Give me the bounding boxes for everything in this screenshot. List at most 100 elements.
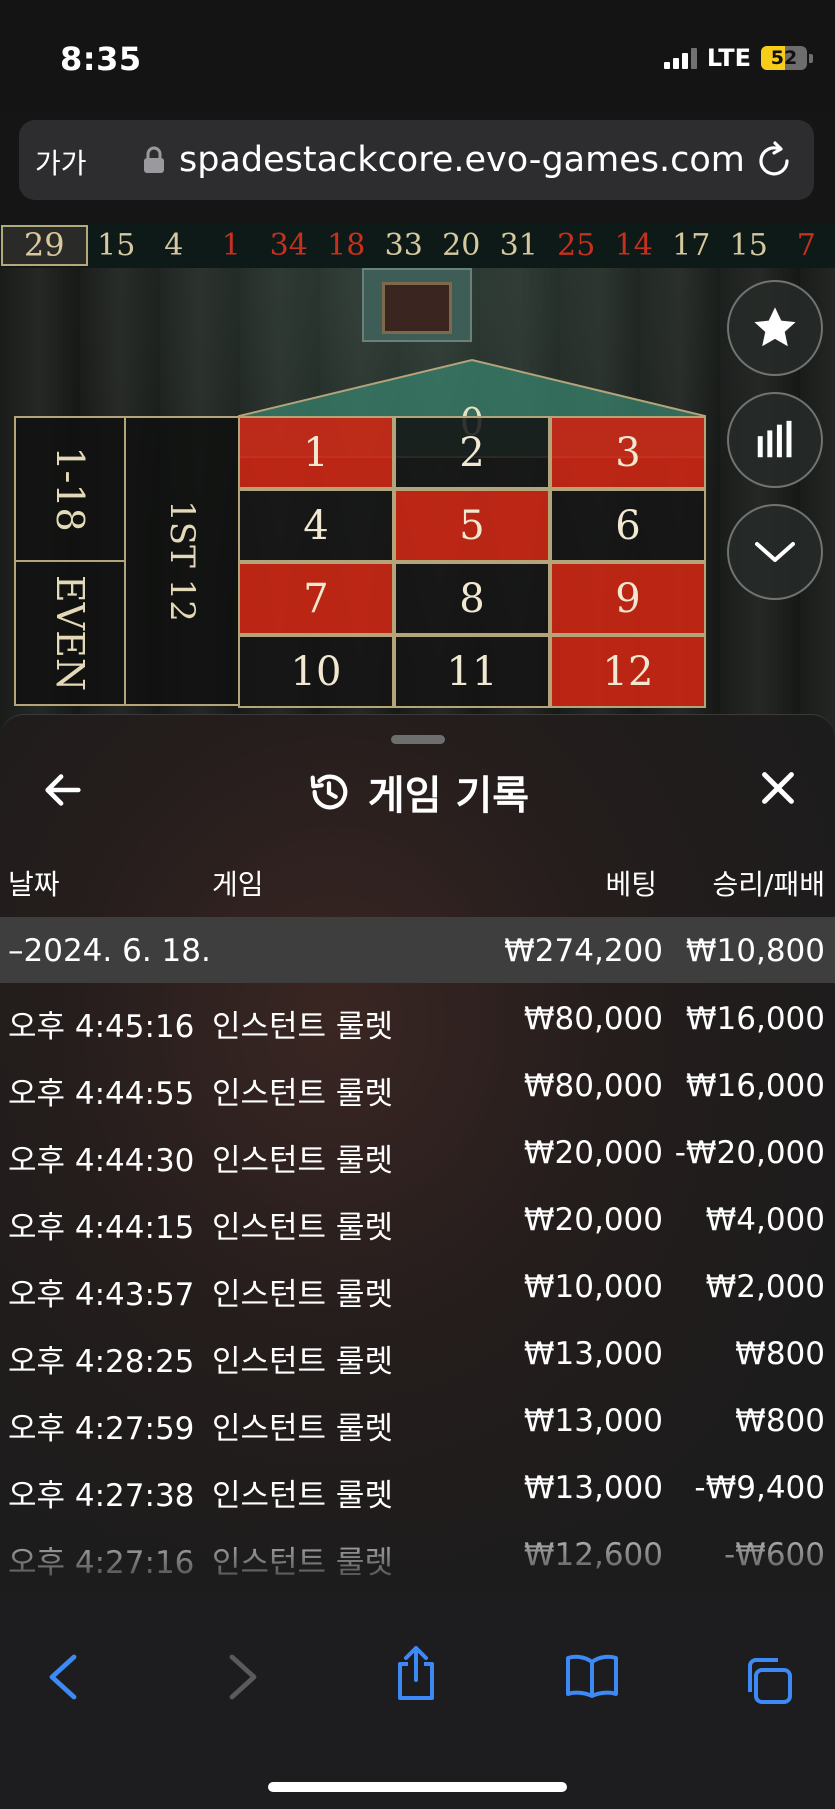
history-list: 오후 4:45:16 인스턴트 룰렛 ₩80,000 ₩16,000 오후 4:44:5… — [0, 983, 835, 1586]
row-time: 오후 4:43:57 — [8, 1277, 195, 1313]
number-bet-3[interactable]: 3 — [550, 416, 706, 489]
bet-even-label: EVEN — [48, 574, 92, 692]
row-time: 오후 4:44:15 — [8, 1210, 195, 1246]
row-bet: ₩13,000 — [523, 1470, 663, 1506]
recent-result: 25 — [557, 228, 596, 263]
cellular-signal-icon — [663, 47, 697, 69]
row-bet: ₩80,000 — [523, 1001, 663, 1037]
battery-icon: 52 — [761, 46, 807, 70]
row-time: 오후 4:44:30 — [8, 1143, 195, 1179]
battery-tip — [809, 53, 813, 63]
row-win-loss: ₩800 — [735, 1336, 825, 1372]
history-row[interactable]: 오후 4:45:16 인스턴트 룰렛 ₩80,000 ₩16,000 — [0, 983, 835, 1050]
number-bet-10[interactable]: 10 — [238, 635, 394, 708]
star-icon — [754, 307, 796, 347]
column-win-loss: 승리/패배 — [712, 868, 825, 901]
day-summary-row[interactable]: –2024. 6. 18. ₩274,200 ₩10,800 — [0, 917, 835, 983]
bet-1-18[interactable]: 1-18 — [14, 416, 126, 562]
history-row[interactable]: 오후 4:44:55 인스턴트 룰렛 ₩80,000 ₩16,000 — [0, 1050, 835, 1117]
history-row[interactable]: 오후 4:43:57 인스턴트 룰렛 ₩10,000 ₩2,000 — [0, 1251, 835, 1318]
game-history-sheet: 게임 기록 날짜 게임 베팅 승리/패배 –2024. 6. 18. ₩274,… — [0, 714, 835, 1595]
history-icon — [310, 774, 348, 810]
recent-result: 1 — [221, 228, 241, 263]
recent-result: 15 — [97, 228, 136, 263]
address-bar[interactable]: 가가 spadestackcore.evo-games.com — [19, 120, 814, 200]
collapse-button[interactable] — [727, 504, 823, 600]
url-text[interactable]: spadestackcore.evo-games.com — [179, 140, 745, 180]
number-bet-5[interactable]: 5 — [394, 489, 550, 562]
day-date: –2024. 6. 18. — [8, 933, 211, 969]
column-game: 게임 — [212, 868, 264, 901]
row-game: 인스턴트 룰렛 — [212, 1143, 393, 1179]
reload-icon[interactable] — [754, 140, 794, 184]
sheet-grabber[interactable] — [391, 735, 445, 744]
text-size-button[interactable]: 가가 — [35, 142, 87, 182]
share-icon[interactable] — [392, 1644, 440, 1706]
favorites-button[interactable] — [727, 280, 823, 376]
chevron-down-icon — [755, 542, 795, 562]
close-icon[interactable] — [755, 765, 801, 815]
recent-result: 33 — [384, 228, 423, 263]
recent-result: 18 — [327, 228, 366, 263]
row-time: 오후 4:28:25 — [8, 1344, 195, 1380]
number-bet-1[interactable]: 1 — [238, 416, 394, 489]
back-icon[interactable] — [44, 1652, 84, 1706]
row-win-loss: ₩2,000 — [705, 1269, 825, 1305]
row-win-loss: ₩16,000 — [685, 1068, 825, 1104]
recent-result: 4 — [164, 228, 184, 263]
bar-chart-icon — [757, 420, 792, 458]
number-bet-9[interactable]: 9 — [550, 562, 706, 635]
history-row[interactable]: 오후 4:27:59 인스턴트 룰렛 ₩13,000 ₩800 — [0, 1385, 835, 1452]
row-bet: ₩13,000 — [523, 1403, 663, 1439]
history-row[interactable]: 오후 4:44:15 인스턴트 룰렛 ₩20,000 ₩4,000 — [0, 1184, 835, 1251]
number-bet-11[interactable]: 11 — [394, 635, 550, 708]
row-win-loss: ₩800 — [735, 1403, 825, 1439]
row-bet: ₩20,000 — [523, 1202, 663, 1238]
tabs-icon[interactable] — [742, 1656, 794, 1710]
row-bet: ₩10,000 — [523, 1269, 663, 1305]
row-game: 인스턴트 룰렛 — [212, 1076, 393, 1112]
statistics-button[interactable] — [727, 392, 823, 488]
lock-icon — [143, 146, 165, 178]
number-bet-12[interactable]: 12 — [550, 635, 706, 708]
row-win-loss: ₩16,000 — [685, 1001, 825, 1037]
row-bet: ₩20,000 — [523, 1135, 663, 1171]
row-time: 오후 4:27:59 — [8, 1411, 195, 1447]
battery-percent: 52 — [770, 47, 798, 69]
row-game: 인스턴트 룰렛 — [212, 1009, 393, 1045]
row-time: 오후 4:27:38 — [8, 1478, 195, 1514]
bet-1st-12-label: 1ST 12 — [162, 500, 202, 622]
forward-icon[interactable] — [222, 1652, 262, 1706]
row-bet: ₩13,000 — [523, 1336, 663, 1372]
row-game: 인스턴트 룰렛 — [212, 1210, 393, 1246]
day-win-loss-total: ₩10,800 — [685, 933, 825, 969]
bookmarks-icon[interactable] — [564, 1654, 620, 1702]
row-bet: ₩80,000 — [523, 1068, 663, 1104]
bet-even[interactable]: EVEN — [14, 560, 126, 706]
recent-result: 14 — [614, 228, 653, 263]
history-row[interactable]: 오후 4:44:30 인스턴트 룰렛 ₩20,000 -₩20,000 — [0, 1117, 835, 1184]
number-bet-8[interactable]: 8 — [394, 562, 550, 635]
recent-result: 31 — [499, 228, 538, 263]
row-game: 인스턴트 룰렛 — [212, 1344, 393, 1380]
history-row[interactable]: 오후 4:27:38 인스턴트 룰렛 ₩13,000 -₩9,400 — [0, 1452, 835, 1519]
recent-result: 15 — [729, 228, 768, 263]
number-grid: 1 2 3 4 5 6 7 8 9 10 11 12 — [238, 416, 706, 716]
network-type: LTE — [706, 44, 751, 72]
number-bet-6[interactable]: 6 — [550, 489, 706, 562]
number-bet-7[interactable]: 7 — [238, 562, 394, 635]
bet-1st-12[interactable]: 1ST 12 — [124, 416, 240, 706]
row-game: 인스턴트 룰렛 — [212, 1411, 393, 1447]
list-fade — [0, 1515, 835, 1595]
row-game: 인스턴트 룰렛 — [212, 1277, 393, 1313]
history-row[interactable]: 오후 4:28:25 인스턴트 룰렛 ₩13,000 ₩800 — [0, 1318, 835, 1385]
number-bet-4[interactable]: 4 — [238, 489, 394, 562]
roulette-game-view: 0 123456789101112 1-18 EVEN 1ST 12 — [0, 268, 835, 738]
number-bet-2[interactable]: 2 — [394, 416, 550, 489]
recent-result: 17 — [672, 228, 711, 263]
recent-result: 7 — [796, 228, 816, 263]
background-portrait — [362, 268, 472, 342]
latest-result: 29 — [1, 225, 88, 266]
row-time: 오후 4:44:55 — [8, 1076, 195, 1112]
row-game: 인스턴트 룰렛 — [212, 1478, 393, 1514]
